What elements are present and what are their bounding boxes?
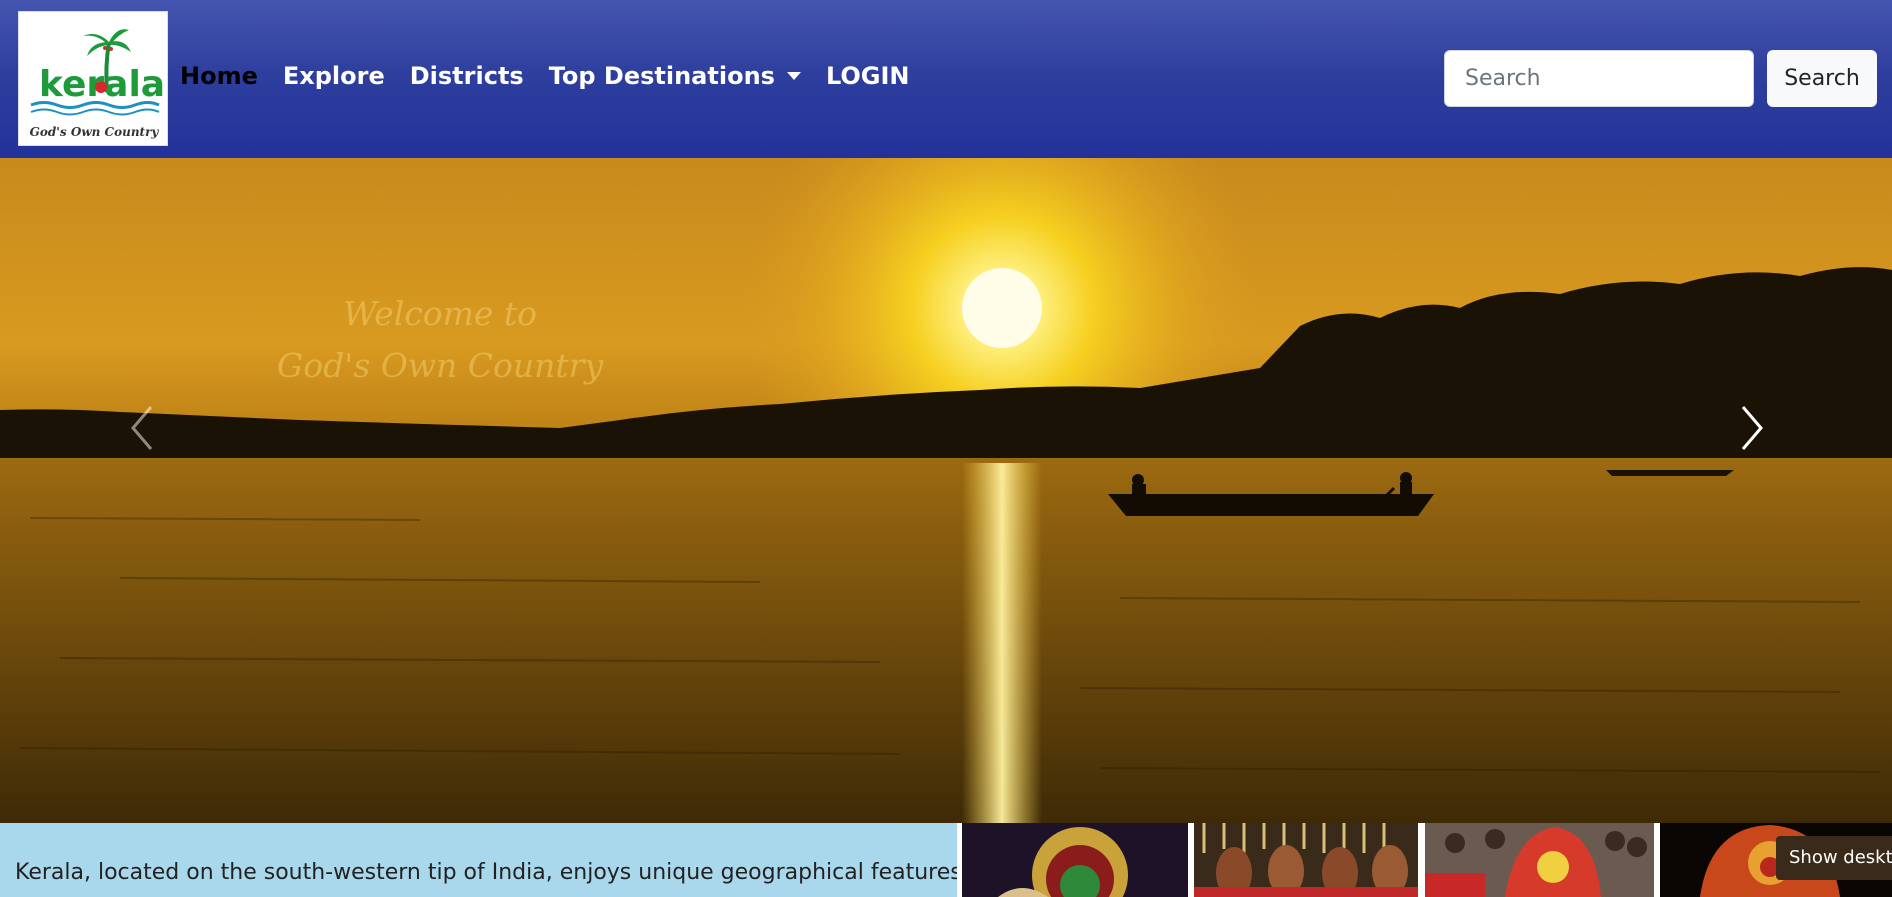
chevron-left-icon — [131, 406, 153, 450]
intro-text: Kerala, located on the south-western tip… — [15, 860, 962, 885]
culture-gallery — [957, 823, 1892, 897]
sunset-backwater-image — [0, 158, 1892, 823]
search-button[interactable]: Search — [1767, 50, 1877, 107]
search-input[interactable] — [1444, 50, 1754, 107]
gallery-image-performers[interactable] — [1194, 823, 1418, 897]
nav-explore[interactable]: Explore — [283, 62, 385, 90]
main-nav: Home Explore Districts Top Destinations … — [180, 62, 935, 90]
nav-home[interactable]: Home — [180, 62, 258, 90]
welcome-line-1: Welcome to — [342, 294, 538, 333]
navbar: kerala God's Own Country Home Explore Di… — [0, 0, 1892, 158]
carousel-next-button[interactable] — [1712, 383, 1792, 473]
nav-login[interactable]: LOGIN — [826, 62, 910, 90]
nav-top-destinations-label: Top Destinations — [548, 62, 775, 90]
welcome-line-2: God's Own Country — [276, 346, 604, 385]
welcome-overlay: Welcome to God's Own Country — [270, 288, 610, 392]
caret-down-icon — [786, 72, 801, 80]
kerala-logo[interactable]: kerala God's Own Country — [18, 11, 168, 146]
gallery-image-kathakali[interactable] — [962, 823, 1188, 897]
chevron-right-icon — [1741, 406, 1763, 450]
gallery-image-theyyam[interactable] — [1425, 823, 1654, 897]
intro-section: Kerala, located on the south-western tip… — [0, 823, 962, 897]
show-desktop-toast[interactable]: Show deskto — [1776, 836, 1892, 880]
carousel-prev-button[interactable] — [102, 383, 182, 473]
nav-top-destinations-dropdown[interactable]: Top Destinations — [549, 62, 801, 90]
nav-districts[interactable]: Districts — [410, 62, 524, 90]
hero-carousel: Welcome to God's Own Country — [0, 158, 1892, 823]
svg-text:God's Own Country: God's Own Country — [30, 125, 160, 139]
